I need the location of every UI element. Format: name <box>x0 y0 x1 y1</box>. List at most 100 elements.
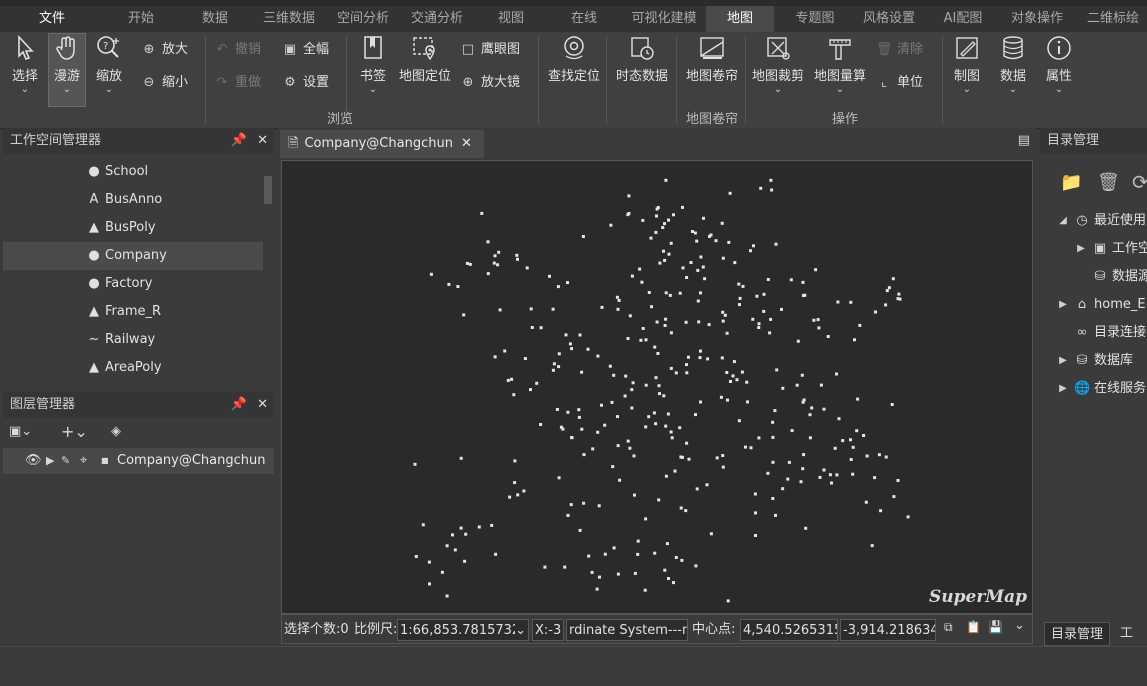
map-point[interactable] <box>906 515 910 519</box>
map-point[interactable] <box>656 206 660 209</box>
menu-tab-file[interactable]: 文件 <box>22 6 82 32</box>
plus-icon[interactable]: +⌄ <box>61 422 88 441</box>
map-point[interactable] <box>753 492 757 496</box>
map-point[interactable] <box>673 469 677 473</box>
map-point[interactable] <box>706 357 710 361</box>
map-point[interactable] <box>591 447 595 451</box>
map-point[interactable] <box>667 218 670 222</box>
map-point[interactable] <box>468 262 472 266</box>
map-point[interactable] <box>715 456 719 460</box>
map-point[interactable] <box>678 426 682 430</box>
map-point[interactable] <box>598 575 601 579</box>
map-point[interactable] <box>663 324 667 327</box>
map-point[interactable] <box>641 327 645 330</box>
map-point[interactable] <box>897 292 901 296</box>
map-point[interactable] <box>749 249 752 253</box>
map-point[interactable] <box>685 276 689 279</box>
map-point[interactable] <box>563 565 567 569</box>
map-point[interactable] <box>771 435 775 439</box>
map-point[interactable] <box>523 357 527 360</box>
pin-icon[interactable]: 📌 <box>231 128 247 154</box>
map-point[interactable] <box>582 453 586 457</box>
map-point[interactable] <box>780 307 783 311</box>
map-point[interactable] <box>802 453 806 457</box>
map-point[interactable] <box>632 454 636 458</box>
map-point[interactable] <box>440 570 444 574</box>
map-point[interactable] <box>664 424 668 428</box>
map-point[interactable] <box>515 253 519 257</box>
map-point[interactable] <box>684 320 688 324</box>
map-point[interactable] <box>654 230 658 234</box>
map-point[interactable] <box>727 240 731 244</box>
eye-icon[interactable]: 👁 <box>25 448 42 474</box>
map-point[interactable] <box>858 323 862 327</box>
map-point[interactable] <box>737 282 741 286</box>
menu-tab-spatial-analysis[interactable]: 空间分析 <box>330 6 396 32</box>
map-point[interactable] <box>771 497 775 500</box>
map-point[interactable] <box>759 186 763 190</box>
close-icon[interactable]: ✕ <box>257 128 268 154</box>
map-point[interactable] <box>693 231 697 235</box>
map-point[interactable] <box>822 468 826 472</box>
map-point[interactable] <box>680 455 684 459</box>
map-point[interactable] <box>721 319 725 323</box>
magnifier-button[interactable]: ⊕ 放大镜 <box>460 72 520 94</box>
map-point[interactable] <box>557 476 561 480</box>
map-point[interactable] <box>752 244 755 248</box>
map-point[interactable] <box>529 388 532 392</box>
map-point[interactable] <box>762 292 766 296</box>
map-point[interactable] <box>879 509 883 513</box>
map-point[interactable] <box>617 298 621 302</box>
map-point[interactable] <box>600 305 604 309</box>
map-point[interactable] <box>590 570 594 574</box>
map-point[interactable] <box>721 256 725 260</box>
map-point[interactable] <box>577 408 581 412</box>
zoom-out-button[interactable]: ⊖ 缩小 <box>141 72 188 94</box>
map-point[interactable] <box>709 532 713 536</box>
map-point[interactable] <box>801 400 805 404</box>
map-point[interactable] <box>459 456 463 460</box>
map-point[interactable] <box>864 500 868 504</box>
map-point[interactable] <box>799 480 803 484</box>
map-point[interactable] <box>557 352 561 356</box>
copy-icon[interactable]: ⧉ <box>944 620 953 635</box>
map-swipe-button[interactable]: 地图卷帘 <box>683 34 741 94</box>
map-point[interactable] <box>459 526 463 530</box>
map-point[interactable] <box>580 370 584 374</box>
map-point[interactable] <box>698 356 702 360</box>
tab-company-changchun[interactable]: 🗎 Company@Changchun ✕ <box>280 130 484 158</box>
map-point[interactable] <box>578 333 582 337</box>
map-point[interactable] <box>566 410 570 414</box>
map-point[interactable] <box>522 489 526 493</box>
map-point[interactable] <box>582 501 586 505</box>
map-point[interactable] <box>639 338 643 342</box>
tree-item-school[interactable]: ● School <box>3 158 263 186</box>
map-point[interactable] <box>516 257 519 261</box>
map-point[interactable] <box>826 335 830 338</box>
map-point[interactable] <box>667 577 670 580</box>
map-point[interactable] <box>486 272 490 276</box>
map-point[interactable] <box>535 381 539 385</box>
map-point[interactable] <box>427 560 431 564</box>
map-point[interactable] <box>596 354 600 358</box>
map-point[interactable] <box>492 261 496 265</box>
map-point[interactable] <box>818 475 822 479</box>
map-point[interactable] <box>689 261 693 264</box>
map-point[interactable] <box>616 307 620 311</box>
map-point[interactable] <box>720 356 724 360</box>
map-point[interactable] <box>754 511 757 515</box>
map-point[interactable] <box>681 266 685 270</box>
map-point[interactable] <box>849 438 852 442</box>
menu-tab-view[interactable]: 视图 <box>482 6 540 32</box>
center-y-field[interactable]: -3,914.218634 <box>840 619 936 641</box>
map-point[interactable] <box>564 333 568 337</box>
map-point[interactable] <box>707 323 711 327</box>
map-point[interactable] <box>447 282 451 286</box>
coordinate-system-field[interactable]: rdinate System---m <box>566 619 688 641</box>
map-point[interactable] <box>596 430 600 434</box>
map-point[interactable] <box>429 272 433 276</box>
map-point[interactable] <box>664 317 668 321</box>
map-point[interactable] <box>654 376 658 380</box>
map-point[interactable] <box>733 261 737 265</box>
map-point[interactable] <box>664 291 668 295</box>
